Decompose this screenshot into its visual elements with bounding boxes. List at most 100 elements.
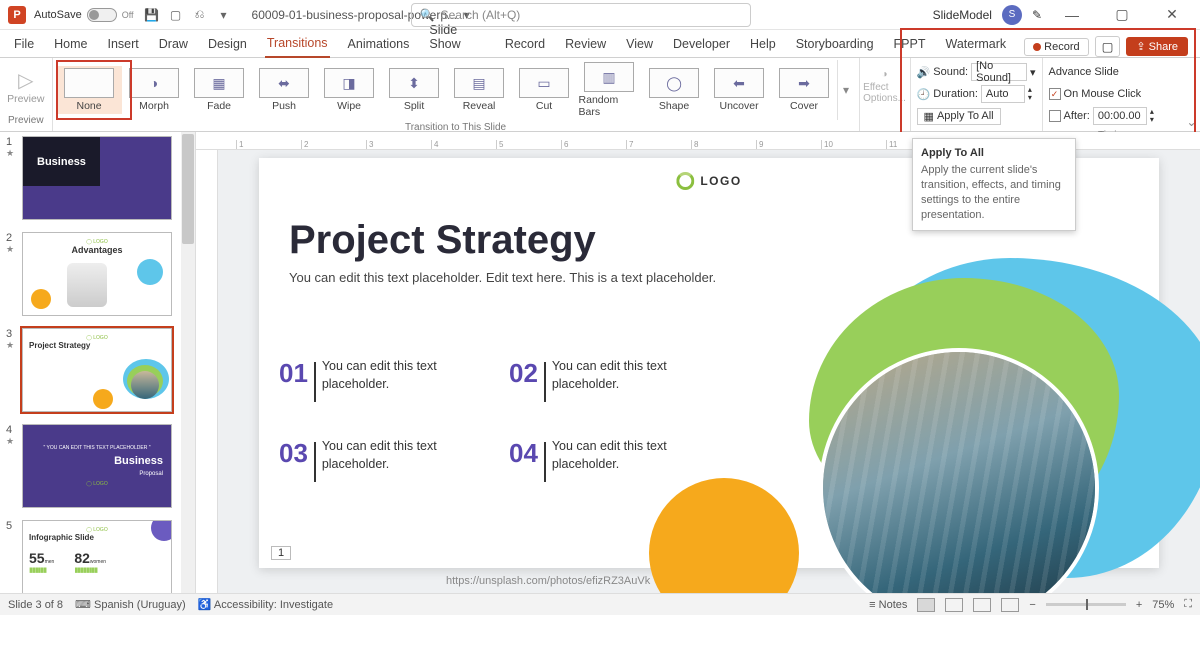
thumb-row[interactable]: 5 ◯ LOGOInfographic Slide55men▮▮▮▮▮▮82wo…	[0, 516, 195, 593]
tab-animations[interactable]: Animations	[346, 33, 412, 57]
animation-star-icon: ★	[6, 148, 18, 159]
undo-icon[interactable]: ⎌	[192, 7, 208, 23]
transition-split[interactable]: ⬍Split	[382, 66, 447, 114]
transition-push[interactable]: ⬌Push	[252, 66, 317, 114]
tab-help[interactable]: Help	[748, 33, 778, 57]
transition-fade[interactable]: ▦Fade	[187, 66, 252, 114]
animation-star-icon: ★	[6, 340, 18, 351]
effect-icon: ◑	[882, 69, 888, 80]
qat-more-icon[interactable]: ▾	[216, 7, 232, 23]
ruler-vertical	[196, 150, 218, 593]
highlight-box	[56, 60, 132, 120]
tooltip-title: Apply To All	[921, 147, 1067, 159]
status-bar: Slide 3 of 8 ⌨ Spanish (Uruguay) ♿ Acces…	[0, 593, 1200, 615]
tab-record[interactable]: Record	[503, 33, 547, 57]
tooltip: Apply To All Apply the current slide's t…	[912, 138, 1076, 231]
animation-star-icon: ★	[6, 436, 18, 447]
yellow-blob-shape	[649, 478, 799, 593]
zoom-in-icon[interactable]: +	[1136, 599, 1142, 611]
tab-draw[interactable]: Draw	[157, 33, 190, 57]
tab-transitions[interactable]: Transitions	[265, 32, 330, 58]
transition-shape[interactable]: ◯Shape	[642, 66, 707, 114]
zoom-out-icon[interactable]: −	[1029, 599, 1035, 611]
preview-label: Preview	[7, 93, 44, 105]
brand-label: SlideModel	[933, 8, 992, 22]
search-placeholder: Search (Alt+Q)	[441, 8, 521, 22]
status-lang[interactable]: ⌨ Spanish (Uruguay)	[75, 598, 186, 611]
group-preview-label: Preview	[0, 115, 52, 131]
thumb-row[interactable]: 3★ ◯ LOGOProject Strategy	[0, 324, 195, 420]
thumbs-scrollbar[interactable]	[181, 132, 195, 593]
slide-thumbnails[interactable]: 1★ Business 2★ ◯ LOGOAdvantages 3★ ◯ LOG…	[0, 132, 196, 593]
close-icon[interactable]: ✕	[1152, 1, 1192, 29]
view-sorter-icon[interactable]	[945, 598, 963, 612]
point-02[interactable]: 02You can edit this text placeholder.	[509, 358, 729, 402]
thumb-row[interactable]: 2★ ◯ LOGOAdvantages	[0, 228, 195, 324]
tooltip-body: Apply the current slide's transition, ef…	[921, 163, 1067, 222]
view-normal-icon[interactable]	[917, 598, 935, 612]
gallery-more-icon[interactable]: ▾	[837, 60, 855, 120]
logo-ring-icon	[676, 172, 694, 190]
title-bar: P AutoSave Off 💾 ▢ ⎌ ▾ 60009-01-business…	[0, 0, 1200, 30]
autosave-state: Off	[122, 10, 134, 20]
powerpoint-icon: P	[8, 6, 26, 24]
zoom-slider[interactable]	[1046, 603, 1126, 606]
point-04[interactable]: 04You can edit this text placeholder.	[509, 438, 729, 482]
save-icon[interactable]: 💾	[144, 7, 160, 23]
minimize-icon[interactable]: —	[1052, 1, 1092, 29]
transition-wipe[interactable]: ◨Wipe	[317, 66, 382, 114]
slide-thumb-1[interactable]: Business	[22, 136, 172, 220]
image-credit-url: https://unsplash.com/photos/efizRZ3AuVk	[446, 575, 650, 587]
user-avatar[interactable]: S	[1002, 5, 1022, 25]
tab-insert[interactable]: Insert	[106, 33, 141, 57]
tab-design[interactable]: Design	[206, 33, 249, 57]
transition-uncover[interactable]: ⬅Uncover	[707, 66, 772, 114]
tab-review[interactable]: Review	[563, 33, 608, 57]
transition-reveal[interactable]: ▤Reveal	[447, 66, 512, 114]
slide-thumb-5[interactable]: ◯ LOGOInfographic Slide55men▮▮▮▮▮▮82wome…	[22, 520, 172, 593]
slide-thumb-3[interactable]: ◯ LOGOProject Strategy	[22, 328, 172, 412]
search-icon: 🔍	[420, 8, 435, 22]
point-01[interactable]: 01You can edit this text placeholder.	[279, 358, 499, 402]
thumb-number: 3	[6, 328, 18, 340]
slide-thumb-4[interactable]: " YOU CAN EDIT THIS TEXT PLACEHOLDER "Bu…	[22, 424, 172, 508]
toggle-switch-icon[interactable]	[87, 8, 117, 22]
slide-thumb-2[interactable]: ◯ LOGOAdvantages	[22, 232, 172, 316]
present-icon[interactable]: ▢	[168, 7, 184, 23]
status-accessibility[interactable]: ♿ Accessibility: Investigate	[198, 598, 333, 611]
preview-icon[interactable]: ▷	[18, 68, 33, 93]
view-slideshow-icon[interactable]	[1001, 598, 1019, 612]
thumb-row[interactable]: 4★ " YOU CAN EDIT THIS TEXT PLACEHOLDER …	[0, 420, 195, 516]
autosave-toggle[interactable]: AutoSave Off	[34, 8, 134, 22]
thumb-number: 4	[6, 424, 18, 436]
city-image-circle	[819, 348, 1099, 593]
slide-page-number: 1	[271, 546, 291, 560]
autosave-label: AutoSave	[34, 9, 82, 21]
thumb-number: 2	[6, 232, 18, 244]
slide-title[interactable]: Project Strategy	[289, 218, 596, 263]
tab-home[interactable]: Home	[52, 33, 89, 57]
slide-logo: LOGO	[676, 172, 741, 190]
transition-cover[interactable]: ➡Cover	[772, 66, 837, 114]
transition-cut[interactable]: ▭Cut	[512, 66, 577, 114]
animation-star-icon: ★	[6, 244, 18, 255]
notes-button[interactable]: ≡ Notes	[869, 599, 907, 611]
status-slide[interactable]: Slide 3 of 8	[8, 599, 63, 611]
maximize-icon[interactable]: ▢	[1102, 1, 1142, 29]
tab-storyboarding[interactable]: Storyboarding	[794, 33, 876, 57]
view-reading-icon[interactable]	[973, 598, 991, 612]
tab-view[interactable]: View	[624, 33, 655, 57]
thumb-number: 1	[6, 136, 18, 148]
quick-access-toolbar: 💾 ▢ ⎌ ▾	[144, 7, 232, 23]
tab-developer[interactable]: Developer	[671, 33, 732, 57]
point-03[interactable]: 03You can edit this text placeholder.	[279, 438, 499, 482]
thumb-row[interactable]: 1★ Business	[0, 132, 195, 228]
zoom-value[interactable]: 75%	[1152, 599, 1174, 611]
search-input[interactable]: 🔍 Search (Alt+Q)	[411, 3, 751, 27]
pen-icon[interactable]: ✎	[1032, 8, 1042, 22]
transition-randombars[interactable]: ▥Random Bars	[577, 60, 642, 120]
slide-subtitle[interactable]: You can edit this text placeholder. Edit…	[289, 270, 716, 285]
tab-file[interactable]: File	[12, 33, 36, 57]
fit-icon[interactable]: ⛶	[1184, 598, 1192, 611]
thumb-number: 5	[6, 520, 18, 532]
